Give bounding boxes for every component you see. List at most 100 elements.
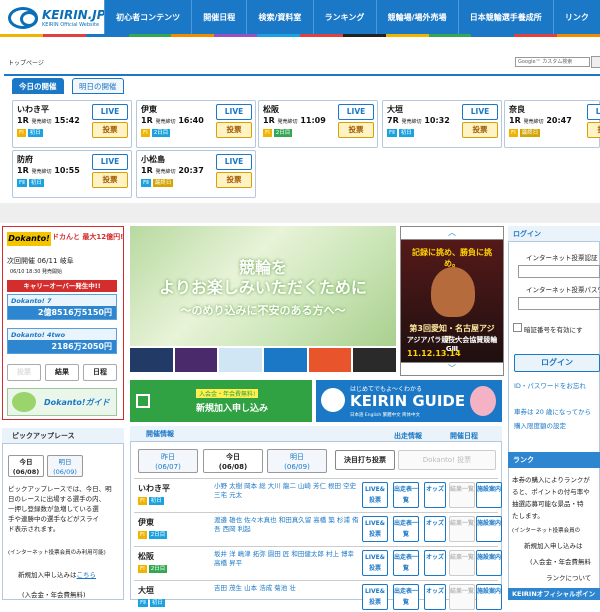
- entry-list-button[interactable]: 出走表一覧: [393, 516, 419, 542]
- result-list-button[interactable]: 結果一覧: [449, 516, 475, 542]
- thumb-4[interactable]: [264, 348, 307, 372]
- dokanto-schedule-button[interactable]: 日程: [83, 364, 117, 381]
- odds-button[interactable]: オッズ: [424, 550, 446, 576]
- dokanto-vote-button[interactable]: 投票: [7, 364, 41, 381]
- keirin-guide-banner[interactable]: はじめてでもよ〜くわかる KEIRIN GUIDE 日本語 English 繁體…: [316, 380, 502, 422]
- entry-list-button[interactable]: 出走表一覧: [393, 550, 419, 576]
- dokanto-guide-banner[interactable]: Dokanto!ガイド: [7, 388, 117, 416]
- join-banner[interactable]: 入会金・年会費無料! 新規加入申し込み: [130, 380, 312, 422]
- pickup-tab-today[interactable]: 今日 (06/08): [8, 455, 44, 477]
- venue-card[interactable]: 奈良 1R 発売締切 20:47 FⅠ最終日 LIVE 投票: [504, 100, 600, 148]
- search-button[interactable]: [591, 56, 600, 68]
- forgot-id-link[interactable]: ID・パスワードをお忘れ: [514, 380, 586, 390]
- rank-join[interactable]: 新規加入申し込みは: [524, 540, 583, 550]
- facility-info-button[interactable]: 施設案内: [476, 584, 502, 610]
- player-list[interactable]: 坂井 洋 嶋津 拓弥 園田 匠 和田健太郎 村上 博幸 高橋 昇平: [214, 550, 360, 568]
- result-list-button[interactable]: 結果一覧: [449, 584, 475, 610]
- venue-card[interactable]: 小松島 1R 発売締切 20:37 FⅡ 最終日 LIVE 投票: [136, 150, 256, 198]
- nav-school[interactable]: 日本競輪選手養成所: [457, 0, 553, 34]
- vote-button[interactable]: 投票: [216, 172, 252, 188]
- thumb-6[interactable]: [353, 348, 397, 372]
- thumb-1[interactable]: [130, 348, 173, 372]
- venue-card[interactable]: 大垣 7R 発売締切 10:32 FⅡ 初日 LIVE 投票: [382, 100, 502, 148]
- event-ad[interactable]: 記録に挑め、勝負に挑め。 第3回愛知・名古屋アジア・ アジアパラ競技大会協賛競輪…: [400, 226, 504, 372]
- nav-beginner[interactable]: 初心者コンテンツ: [104, 0, 191, 34]
- facility-info-button[interactable]: 施設案内: [476, 550, 502, 576]
- dokanto7-box[interactable]: Dokanto! 7 2億8516万5150円: [7, 294, 117, 320]
- kettei-vote-button[interactable]: 決目打ち投票: [335, 450, 395, 470]
- venue-card[interactable]: いわき平 1R 発売締切 15:42 FⅠ 初日 LIVE 投票: [12, 100, 132, 148]
- dokanto-result-button[interactable]: 結果: [45, 364, 79, 381]
- venue-card[interactable]: 松阪 1R 発売締切 11:09 FⅠ 2日目 LIVE 投票: [258, 100, 378, 148]
- limit-setting-link[interactable]: 購入限度額の設定: [514, 420, 566, 430]
- thumb-5[interactable]: [308, 348, 352, 372]
- nav-links[interactable]: リンク: [552, 0, 600, 34]
- facility-info-button[interactable]: 施設案内: [476, 482, 502, 508]
- dokanto-vote-disabled-button[interactable]: Dokanto! 投票: [398, 450, 496, 470]
- odds-button[interactable]: オッズ: [424, 482, 446, 508]
- live-button[interactable]: LIVE: [92, 154, 128, 170]
- grade-badge: 初日: [148, 497, 164, 505]
- nav-venues[interactable]: 競輪場/場外売場: [375, 0, 458, 34]
- player-list[interactable]: 吉田 茂生 山本 浩成 菊池 壮: [214, 584, 360, 593]
- breadcrumb[interactable]: トップページ: [8, 58, 44, 67]
- kaisai-link[interactable]: 開催日程: [450, 431, 478, 441]
- entry-list-button[interactable]: 出走表一覧: [393, 482, 419, 508]
- rank-more[interactable]: ランクについて: [546, 572, 591, 582]
- login-id-input[interactable]: [518, 265, 600, 278]
- facility-info-button[interactable]: 施設案内: [476, 516, 502, 542]
- ad-up-arrow-icon[interactable]: ︿: [400, 226, 504, 240]
- live-vote-button[interactable]: LIVE&投票: [362, 550, 388, 576]
- shussou-link[interactable]: 出走情報: [394, 431, 422, 441]
- live-button[interactable]: LIVE: [92, 104, 128, 120]
- live-button[interactable]: LIVE: [216, 104, 252, 120]
- grade-badge: 初日: [398, 129, 414, 137]
- vote-button[interactable]: 投票: [216, 122, 252, 138]
- live-vote-button[interactable]: LIVE&投票: [362, 516, 388, 542]
- live-button[interactable]: LIVE: [462, 104, 498, 120]
- vote-button[interactable]: 投票: [462, 122, 498, 138]
- result-list-button[interactable]: 結果一覧: [449, 482, 475, 508]
- hero-banner[interactable]: 競輪を よりお楽しみいただくために 〜のめり込みに不安のある方へ〜: [130, 226, 396, 346]
- nav-schedule[interactable]: 開催日程: [191, 0, 246, 34]
- result-list-button[interactable]: 結果一覧: [449, 550, 475, 576]
- vote-button[interactable]: 投票: [92, 172, 128, 188]
- login-button[interactable]: ログイン: [514, 354, 600, 372]
- odds-button[interactable]: オッズ: [424, 516, 446, 542]
- odds-button[interactable]: オッズ: [424, 584, 446, 610]
- live-button[interactable]: LIVE: [216, 154, 252, 170]
- tab-today[interactable]: 今日の開催: [12, 78, 64, 94]
- live-vote-button[interactable]: LIVE&投票: [362, 482, 388, 508]
- race-grades: FⅠ 初日: [138, 497, 164, 505]
- pickup-join-link[interactable]: こちら: [77, 571, 97, 579]
- thumb-3[interactable]: [219, 348, 263, 372]
- day-tab-tomorrow[interactable]: 明日 (06/09): [267, 449, 327, 473]
- vote-button[interactable]: 投票: [587, 122, 600, 138]
- venue-card[interactable]: 防府 1R 発売締切 10:55 FⅡ 初日 LIVE 投票: [12, 150, 132, 198]
- age-notice-link[interactable]: 車券は 20 歳になってから: [514, 406, 591, 416]
- ad-down-arrow-icon[interactable]: ﹀: [400, 362, 504, 376]
- vote-button[interactable]: 投票: [92, 122, 128, 138]
- official-point-banner[interactable]: KEIRINオフィシャルポイン: [508, 588, 600, 600]
- login-pw-input[interactable]: [518, 297, 600, 310]
- remember-checkbox[interactable]: [513, 323, 522, 332]
- venue-card[interactable]: 伊東 1R 発売締切 16:40 FⅠ 2日目 LIVE 投票: [136, 100, 256, 148]
- dokanto4two-box[interactable]: Dokanto! 4two 2186万2050円: [7, 328, 117, 354]
- keirin-logo[interactable]: KEIRIN.JP KEIRIN Official Website: [8, 6, 112, 32]
- nav-search[interactable]: 検索/資料室: [246, 0, 312, 34]
- thumb-2[interactable]: [174, 348, 218, 372]
- live-vote-button[interactable]: LIVE&投票: [362, 584, 388, 610]
- nav-ranking[interactable]: ランキング: [312, 0, 376, 34]
- pickup-tab-tomorrow[interactable]: 明日 (06/09): [47, 455, 83, 477]
- live-button[interactable]: LIVE: [587, 104, 600, 120]
- live-button[interactable]: LIVE: [338, 104, 374, 120]
- player-list[interactable]: 小野 太樹 岡本 総 大川 龍二 山崎 芳仁 根田 空史 三宅 元太: [214, 482, 360, 500]
- player-list[interactable]: 渡邉 雄也 佐々木真也 和田真久留 高橋 築 杉浦 侑吾 西岡 利起: [214, 516, 360, 534]
- day-tab-today[interactable]: 今日 (06/08): [203, 449, 263, 473]
- search-input[interactable]: Google™ カスタム検索: [515, 57, 590, 67]
- vote-button[interactable]: 投票: [338, 122, 374, 138]
- dokanto-logo[interactable]: Dokanto!: [7, 232, 51, 246]
- entry-list-button[interactable]: 出走表一覧: [393, 584, 419, 610]
- day-tab-yesterday[interactable]: 昨日 (06/07): [138, 449, 198, 473]
- tab-tomorrow[interactable]: 明日の開催: [72, 78, 124, 94]
